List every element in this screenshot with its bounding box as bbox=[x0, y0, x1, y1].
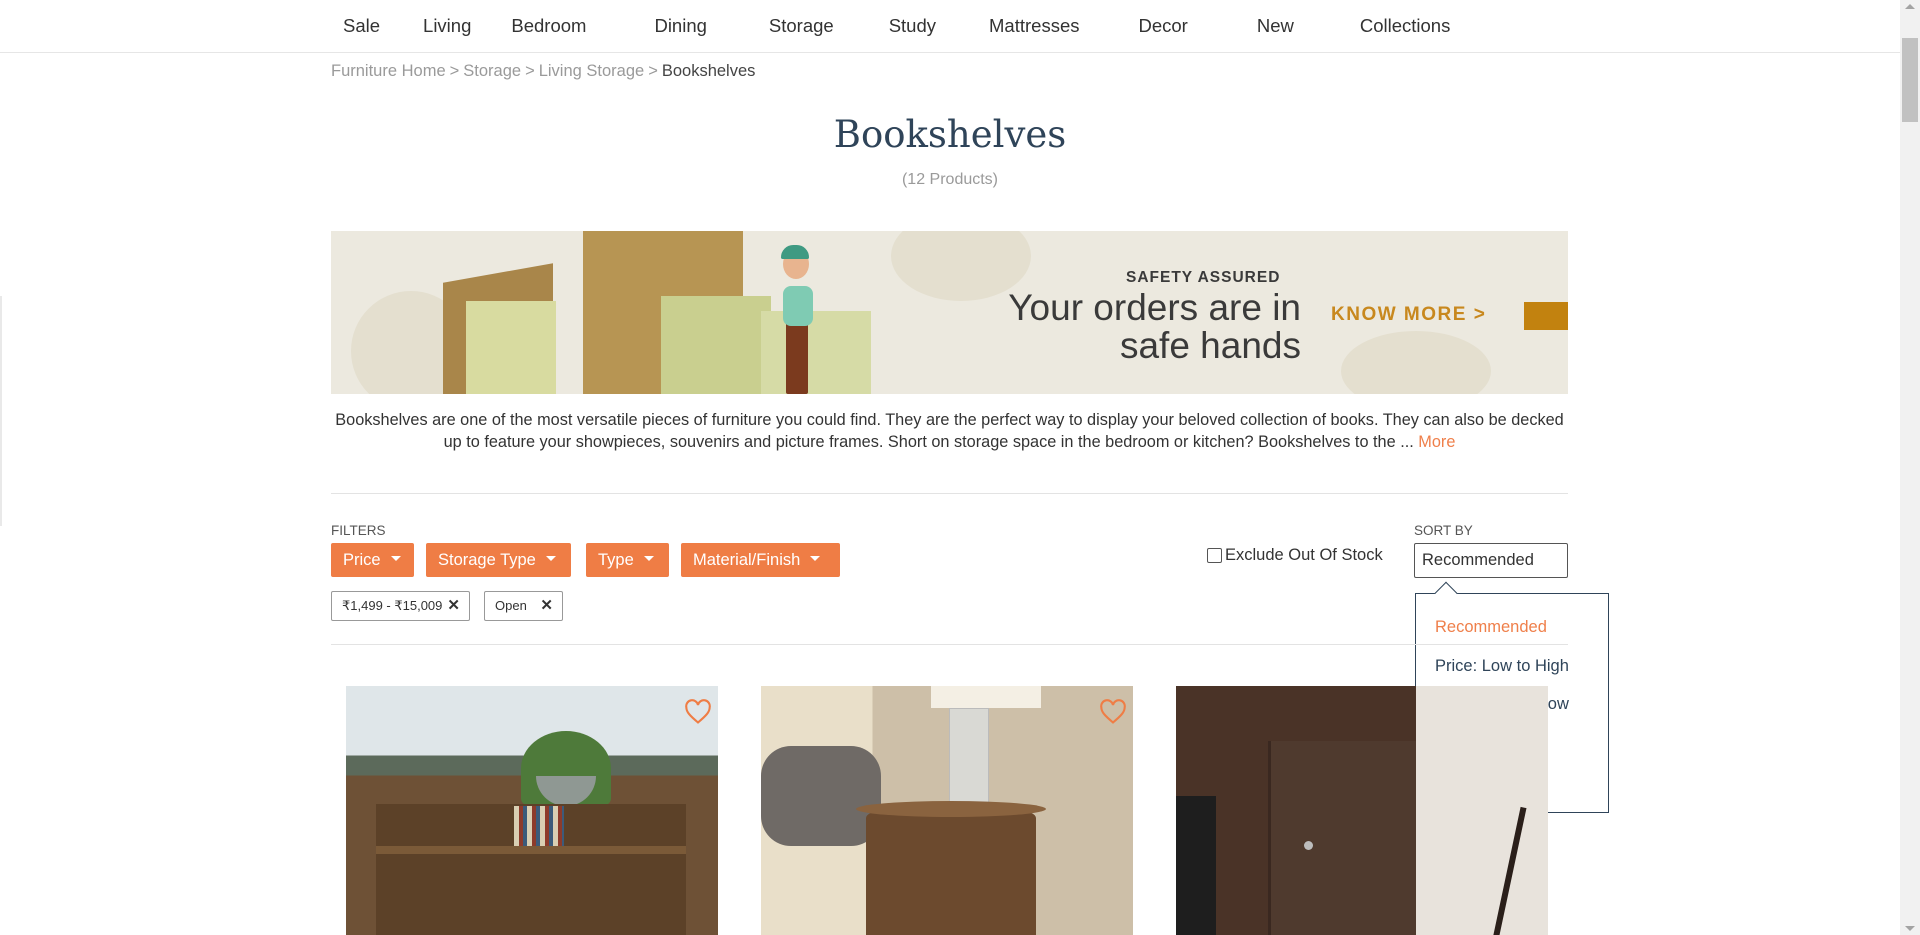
breadcrumb-link-storage[interactable]: Storage bbox=[463, 62, 521, 80]
breadcrumb-separator: > bbox=[449, 62, 460, 80]
product-image bbox=[761, 746, 881, 846]
product-image bbox=[866, 804, 1036, 935]
side-edge bbox=[0, 296, 2, 526]
category-description-text: Bookshelves are one of the most versatil… bbox=[335, 411, 1564, 451]
filter-price-label: Price bbox=[343, 551, 381, 569]
breadcrumb: Furniture Home > Storage > Living Storage > Bo… bbox=[331, 62, 755, 81]
sort-by-label: SORT BY bbox=[1414, 523, 1473, 538]
banner-delivery-person-illustration bbox=[781, 245, 809, 259]
nav-item-bedroom[interactable]: Bedroom bbox=[511, 15, 586, 37]
product-image bbox=[376, 846, 686, 854]
filter-type-label: Type bbox=[598, 551, 634, 569]
banner-box-illustration bbox=[761, 311, 871, 394]
exclude-out-of-stock-toggle[interactable]: Exclude Out Of Stock bbox=[1207, 546, 1383, 565]
nav-item-dining[interactable]: Dining bbox=[654, 15, 706, 37]
sort-by-select[interactable]: Recommended bbox=[1414, 543, 1568, 578]
breadcrumb-separator: > bbox=[648, 62, 658, 80]
filter-type-button[interactable]: Type bbox=[586, 543, 669, 577]
breadcrumb-link-living-storage[interactable]: Living Storage bbox=[539, 62, 645, 80]
product-count: (12 Products) bbox=[901, 171, 999, 188]
scroll-down-arrow-icon[interactable] bbox=[1905, 926, 1915, 931]
product-image bbox=[514, 806, 564, 846]
caret-down-icon bbox=[643, 556, 654, 562]
filter-material-finish-button[interactable]: Material/Finish bbox=[681, 543, 840, 577]
filter-storage-type-label: Storage Type bbox=[438, 551, 536, 569]
applied-filter-price-label: ₹1,499 - ₹15,009 bbox=[342, 598, 443, 613]
sort-option-recommended[interactable]: Recommended bbox=[1435, 616, 1569, 655]
scrollbar-thumb[interactable] bbox=[1902, 38, 1918, 122]
read-more-link[interactable]: More bbox=[1418, 433, 1455, 451]
filter-material-finish-label: Material/Finish bbox=[693, 551, 801, 569]
dropdown-pointer bbox=[1434, 581, 1458, 605]
nav-item-sale[interactable]: Sale bbox=[343, 15, 380, 37]
breadcrumb-separator: > bbox=[525, 62, 535, 80]
applied-filter-chip-open: Open ✕ bbox=[484, 591, 563, 621]
applied-filter-open-label: Open bbox=[495, 598, 527, 613]
nav-item-study[interactable]: Study bbox=[889, 15, 936, 37]
page-title: Bookshelves bbox=[833, 113, 1067, 156]
scroll-up-arrow-icon[interactable] bbox=[1905, 4, 1915, 9]
banner-delivery-person-illustration bbox=[783, 286, 813, 326]
product-card[interactable] bbox=[761, 686, 1133, 935]
filter-price-button[interactable]: Price bbox=[331, 543, 414, 577]
exclude-out-of-stock-checkbox[interactable] bbox=[1207, 548, 1222, 563]
banner-box-illustration bbox=[466, 301, 556, 394]
product-image bbox=[1416, 686, 1548, 935]
main-menu: Sale Living Bedroom Dining Storage Study… bbox=[330, 0, 1450, 52]
exclude-out-of-stock-label: Exclude Out Of Stock bbox=[1225, 546, 1383, 564]
heart-outline-icon[interactable] bbox=[684, 699, 712, 725]
top-navigation: Sale Living Bedroom Dining Storage Study… bbox=[0, 0, 1900, 53]
banner-headline-line2: safe hands bbox=[1119, 325, 1301, 366]
banner-know-more-link[interactable]: KNOW MORE > bbox=[1331, 304, 1486, 326]
nav-item-storage[interactable]: Storage bbox=[769, 15, 834, 37]
caret-down-icon bbox=[390, 556, 401, 562]
caret-down-icon bbox=[810, 556, 821, 562]
applied-filter-chip-price: ₹1,499 - ₹15,009 ✕ bbox=[331, 591, 470, 621]
filter-storage-type-button[interactable]: Storage Type bbox=[426, 543, 571, 577]
heart-outline-icon[interactable] bbox=[1099, 699, 1127, 725]
nav-item-mattresses[interactable]: Mattresses bbox=[989, 15, 1079, 37]
product-image bbox=[856, 801, 1046, 817]
nav-item-collections[interactable]: Collections bbox=[1360, 15, 1451, 37]
close-icon[interactable]: ✕ bbox=[447, 592, 460, 620]
banner-leaf-decoration bbox=[1341, 331, 1491, 394]
safety-promo-banner[interactable]: SAFETY ASSURED Your orders are in safe h… bbox=[331, 231, 1568, 394]
category-description: Bookshelves are one of the most versatil… bbox=[331, 409, 1568, 453]
product-image bbox=[1176, 796, 1216, 935]
breadcrumb-link-furniture-home[interactable]: Furniture Home bbox=[331, 62, 446, 80]
product-card[interactable] bbox=[346, 686, 718, 935]
banner-accent-bar bbox=[1524, 302, 1568, 330]
caret-down-icon bbox=[545, 556, 556, 562]
divider bbox=[331, 493, 1568, 494]
banner-kicker: SAFETY ASSURED bbox=[1126, 269, 1281, 286]
page-scrollbar[interactable] bbox=[1900, 0, 1920, 935]
close-icon[interactable]: ✕ bbox=[540, 592, 553, 620]
nav-item-new[interactable]: New bbox=[1257, 15, 1294, 37]
nav-item-living[interactable]: Living bbox=[423, 15, 471, 37]
divider bbox=[331, 644, 1568, 645]
banner-box-illustration bbox=[661, 296, 771, 394]
product-image bbox=[1304, 841, 1313, 850]
product-image bbox=[949, 708, 989, 808]
product-image bbox=[931, 686, 1041, 708]
product-card[interactable] bbox=[1176, 686, 1548, 935]
filters-label: FILTERS bbox=[331, 523, 386, 538]
banner-headline-line1: Your orders are in bbox=[1008, 287, 1301, 328]
breadcrumb-current: Bookshelves bbox=[661, 62, 756, 80]
nav-item-decor[interactable]: Decor bbox=[1138, 15, 1187, 37]
